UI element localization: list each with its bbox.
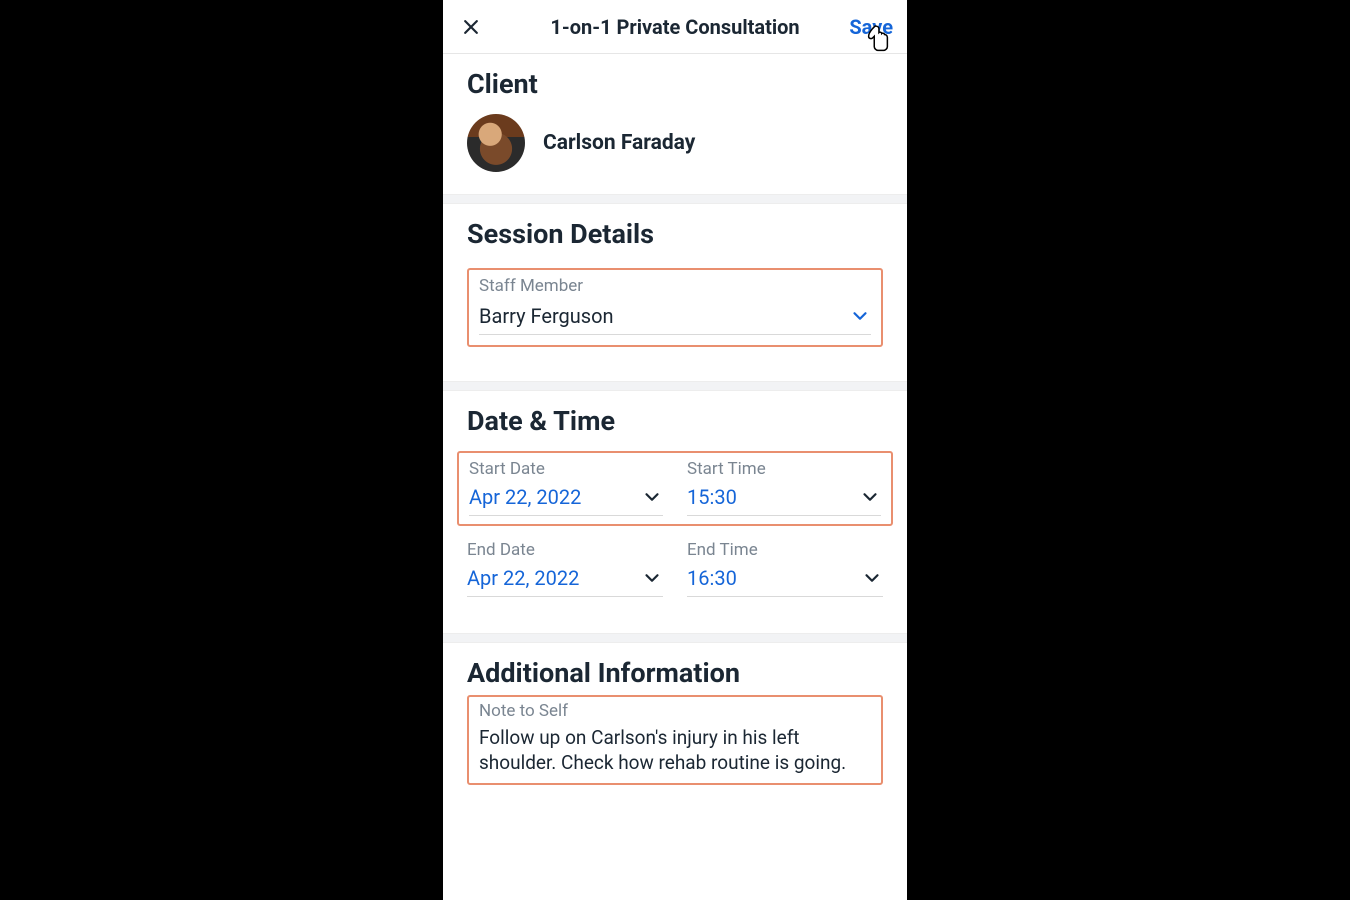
end-time-field[interactable]: End Time 16:30 <box>687 540 883 597</box>
end-date-label: End Date <box>467 540 663 560</box>
chevron-down-icon <box>641 567 663 589</box>
chevron-down-icon <box>641 486 663 508</box>
note-label: Note to Self <box>479 701 871 721</box>
client-row[interactable]: Carlson Faraday <box>467 114 883 172</box>
chevron-down-icon <box>861 567 883 589</box>
chevron-down-icon <box>859 486 881 508</box>
start-date-label: Start Date <box>469 459 663 479</box>
staff-member-label: Staff Member <box>479 276 871 296</box>
note-value: Follow up on Carlson's injury in his lef… <box>479 725 871 775</box>
end-time-label: End Time <box>687 540 883 560</box>
start-date-value: Apr 22, 2022 <box>469 485 581 509</box>
divider <box>443 381 907 391</box>
modal-header: 1-on-1 Private Consultation Save <box>443 0 907 54</box>
client-name: Carlson Faraday <box>543 131 695 155</box>
modal-title: 1-on-1 Private Consultation <box>443 15 907 39</box>
additional-info-section: Additional Information Note to Self Foll… <box>443 643 907 815</box>
client-section: Client Carlson Faraday <box>443 54 907 194</box>
session-details-section: Session Details Staff Member Barry Fergu… <box>443 204 907 381</box>
end-time-value: 16:30 <box>687 566 737 590</box>
end-date-value: Apr 22, 2022 <box>467 566 579 590</box>
staff-member-value: Barry Ferguson <box>479 304 614 328</box>
additional-heading: Additional Information <box>467 657 883 689</box>
note-to-self-field[interactable]: Note to Self Follow up on Carlson's inju… <box>467 695 883 785</box>
close-icon <box>461 17 481 37</box>
client-avatar <box>467 114 525 172</box>
app-screen: 1-on-1 Private Consultation Save Client … <box>443 0 907 900</box>
start-date-field[interactable]: Start Date Apr 22, 2022 <box>469 459 663 516</box>
date-time-section: Date & Time Start Date Apr 22, 2022 Star… <box>443 391 907 633</box>
chevron-down-icon <box>849 305 871 327</box>
divider <box>443 194 907 204</box>
datetime-heading: Date & Time <box>467 405 883 437</box>
start-time-value: 15:30 <box>687 485 737 509</box>
start-datetime-group: Start Date Apr 22, 2022 Start Time 15:30 <box>457 451 893 526</box>
start-time-field[interactable]: Start Time 15:30 <box>687 459 881 516</box>
close-button[interactable] <box>457 13 485 41</box>
start-time-label: Start Time <box>687 459 881 479</box>
end-date-field[interactable]: End Date Apr 22, 2022 <box>467 540 663 597</box>
client-heading: Client <box>467 68 883 100</box>
session-heading: Session Details <box>467 218 883 250</box>
save-button[interactable]: Save <box>849 15 893 39</box>
end-datetime-group: End Date Apr 22, 2022 End Time 16:30 <box>467 526 883 597</box>
staff-member-field[interactable]: Staff Member Barry Ferguson <box>467 268 883 347</box>
divider <box>443 633 907 643</box>
